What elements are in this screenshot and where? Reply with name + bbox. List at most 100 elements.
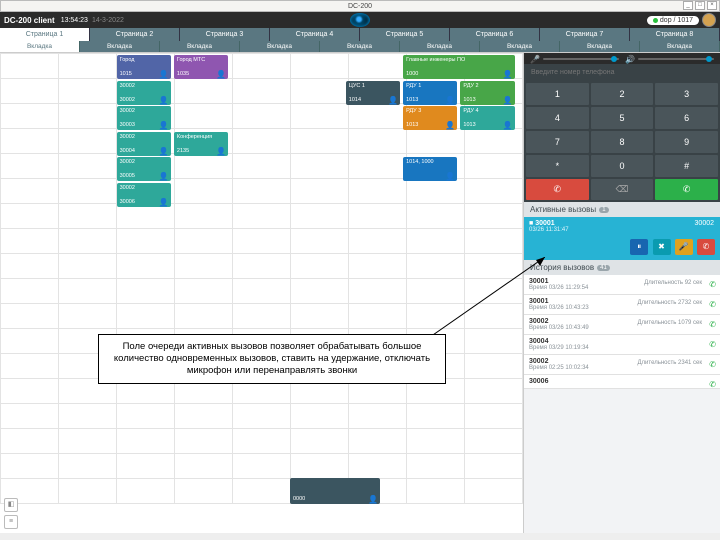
history-number: 30001 bbox=[529, 298, 548, 305]
sub-tab[interactable]: Вкладка bbox=[160, 41, 240, 52]
mic-icon[interactable]: 🎤 bbox=[530, 55, 537, 62]
contact-card[interactable]: Город1015👤 bbox=[117, 55, 171, 79]
person-icon: 👤 bbox=[216, 148, 226, 155]
history-duration: Длительность 1079 сек bbox=[637, 320, 702, 326]
contact-card[interactable]: ЦУС 11014👤 bbox=[346, 81, 400, 105]
contact-card[interactable]: Главные инженеры ПО1000👤 bbox=[403, 55, 515, 79]
sub-tab[interactable]: Вкладка bbox=[320, 41, 400, 52]
phone-input[interactable] bbox=[527, 67, 717, 78]
mute-button[interactable]: 🎤 bbox=[675, 239, 693, 255]
contact-card[interactable]: 3000230002👤 bbox=[117, 81, 171, 105]
dial-key[interactable]: * bbox=[526, 155, 589, 177]
mic-slider[interactable] bbox=[543, 58, 619, 60]
history-time: Время 03/29 10:19:34 bbox=[529, 345, 715, 351]
page-tab[interactable]: Страница 4 bbox=[270, 28, 360, 41]
hangup-button[interactable]: ✆ bbox=[526, 179, 589, 200]
history-number: 30001 bbox=[529, 278, 548, 285]
hold-button[interactable]: ⏸ bbox=[630, 239, 648, 255]
app-logo-icon bbox=[350, 13, 370, 27]
contact-card[interactable]: 3000230003👤 bbox=[117, 106, 171, 130]
contact-card[interactable]: РДУ 41013👤 bbox=[460, 106, 514, 130]
person-icon: 👤 bbox=[503, 71, 513, 78]
phone-icon: ✆ bbox=[709, 280, 716, 289]
dial-key[interactable]: 5 bbox=[591, 107, 654, 129]
contact-card[interactable]: 3000230004👤 bbox=[117, 132, 171, 156]
sub-tab[interactable]: Вкладка bbox=[640, 41, 720, 52]
clear-button[interactable]: ⌫ bbox=[591, 179, 654, 200]
avatar[interactable] bbox=[702, 13, 716, 27]
phone-icon: ✆ bbox=[709, 340, 716, 349]
history-duration: Длительность 92 сек bbox=[644, 280, 702, 286]
sub-tab[interactable]: Вкладка bbox=[480, 41, 560, 52]
grid-control-b[interactable]: ≡ bbox=[4, 515, 18, 529]
contact-card[interactable]: 3000230005👤 bbox=[117, 157, 171, 181]
speaker-icon[interactable]: 🔊 bbox=[625, 55, 632, 62]
close-button[interactable]: × bbox=[707, 1, 717, 10]
dial-key[interactable]: 2 bbox=[591, 83, 654, 105]
history-row[interactable]: 30006✆ bbox=[524, 375, 720, 389]
history-row[interactable]: 30001Время 03/26 11:29:54Длительность 92… bbox=[524, 275, 720, 295]
call-button[interactable]: ✆ bbox=[655, 179, 718, 200]
phone-icon: ✆ bbox=[709, 320, 716, 329]
page-tab[interactable]: Страница 8 bbox=[630, 28, 720, 41]
card-number: 1015 bbox=[120, 71, 132, 78]
sub-tab[interactable]: Вкладка bbox=[400, 41, 480, 52]
dial-key[interactable]: # bbox=[655, 155, 718, 177]
maximize-button[interactable]: □ bbox=[695, 1, 705, 10]
contact-card[interactable]: 1014, 1000👤 bbox=[403, 157, 457, 181]
person-icon: 👤 bbox=[159, 71, 169, 78]
history-list: 30001Время 03/26 11:29:54Длительность 92… bbox=[524, 275, 720, 533]
transfer-button[interactable]: ✖ bbox=[653, 239, 671, 255]
active-call-row[interactable]: ■ 30001 30002 03/26 11:31:47 bbox=[524, 217, 720, 236]
grid-control-a[interactable]: ◧ bbox=[4, 498, 18, 512]
page-tab[interactable]: Страница 5 bbox=[360, 28, 450, 41]
end-call-button[interactable]: ✆ bbox=[697, 239, 715, 255]
side-audio-bar: 🎤 🔊 bbox=[524, 53, 720, 64]
dial-key[interactable]: 1 bbox=[526, 83, 589, 105]
card-number: 1013 bbox=[463, 97, 475, 104]
contact-card[interactable]: Город МТС1035👤 bbox=[174, 55, 228, 79]
person-icon: 👤 bbox=[216, 71, 226, 78]
annotation-callout: Поле очереди активных вызовов позволяет … bbox=[98, 334, 446, 384]
dial-key[interactable]: 3 bbox=[655, 83, 718, 105]
card-number: 30003 bbox=[120, 122, 135, 129]
window-title: DC-200 bbox=[348, 3, 372, 10]
person-icon: 👤 bbox=[159, 122, 169, 129]
person-icon: 👤 bbox=[388, 97, 398, 104]
contact-card[interactable]: РДУ 21013👤 bbox=[460, 81, 514, 105]
contact-card[interactable]: РДУ 31013👤 bbox=[403, 106, 457, 130]
page-tab[interactable]: Страница 6 bbox=[450, 28, 540, 41]
page-tab[interactable]: Страница 2 bbox=[90, 28, 180, 41]
contact-card[interactable]: Конференция2135👤 bbox=[174, 132, 228, 156]
summary-card[interactable]: 0000 👤 bbox=[290, 478, 380, 504]
sub-tab[interactable]: Вкладка bbox=[0, 41, 80, 52]
page-tab[interactable]: Страница 3 bbox=[180, 28, 270, 41]
sub-tab[interactable]: Вкладка bbox=[80, 41, 160, 52]
speaker-slider[interactable] bbox=[638, 58, 714, 60]
page-tab[interactable]: Страница 1 bbox=[0, 28, 90, 41]
sub-tab[interactable]: Вкладка bbox=[560, 41, 640, 52]
card-number: 1013 bbox=[463, 122, 475, 129]
card-number: 1013 bbox=[406, 97, 418, 104]
page-tab[interactable]: Страница 7 bbox=[540, 28, 630, 41]
active-call-time: 03/26 11:31:47 bbox=[529, 227, 715, 233]
dial-key[interactable]: 6 bbox=[655, 107, 718, 129]
history-row[interactable]: 30002Время 02:25 10:02:34Длительность 23… bbox=[524, 355, 720, 375]
contact-card[interactable]: РДУ 11013👤 bbox=[403, 81, 457, 105]
person-icon: 👤 bbox=[503, 122, 513, 129]
dial-key[interactable]: 7 bbox=[526, 131, 589, 153]
history-row[interactable]: 30002Время 03/26 10:43:49Длительность 10… bbox=[524, 315, 720, 335]
dial-key[interactable]: 8 bbox=[591, 131, 654, 153]
person-icon: 👤 bbox=[445, 122, 455, 129]
dial-key[interactable]: 4 bbox=[526, 107, 589, 129]
card-number: 1000 bbox=[406, 71, 418, 78]
minimize-button[interactable]: _ bbox=[683, 1, 693, 10]
history-row[interactable]: 30004Время 03/29 10:19:34✆ bbox=[524, 335, 720, 355]
history-row[interactable]: 30001Время 03/26 10:43:23Длительность 27… bbox=[524, 295, 720, 315]
sub-tab[interactable]: Вкладка bbox=[240, 41, 320, 52]
contact-card[interactable]: 3000230006👤 bbox=[117, 183, 171, 207]
status-pill[interactable]: dop / 1017 bbox=[647, 16, 699, 25]
dial-key[interactable]: 9 bbox=[655, 131, 718, 153]
dial-key[interactable]: 0 bbox=[591, 155, 654, 177]
card-title: 30002 bbox=[120, 134, 168, 141]
